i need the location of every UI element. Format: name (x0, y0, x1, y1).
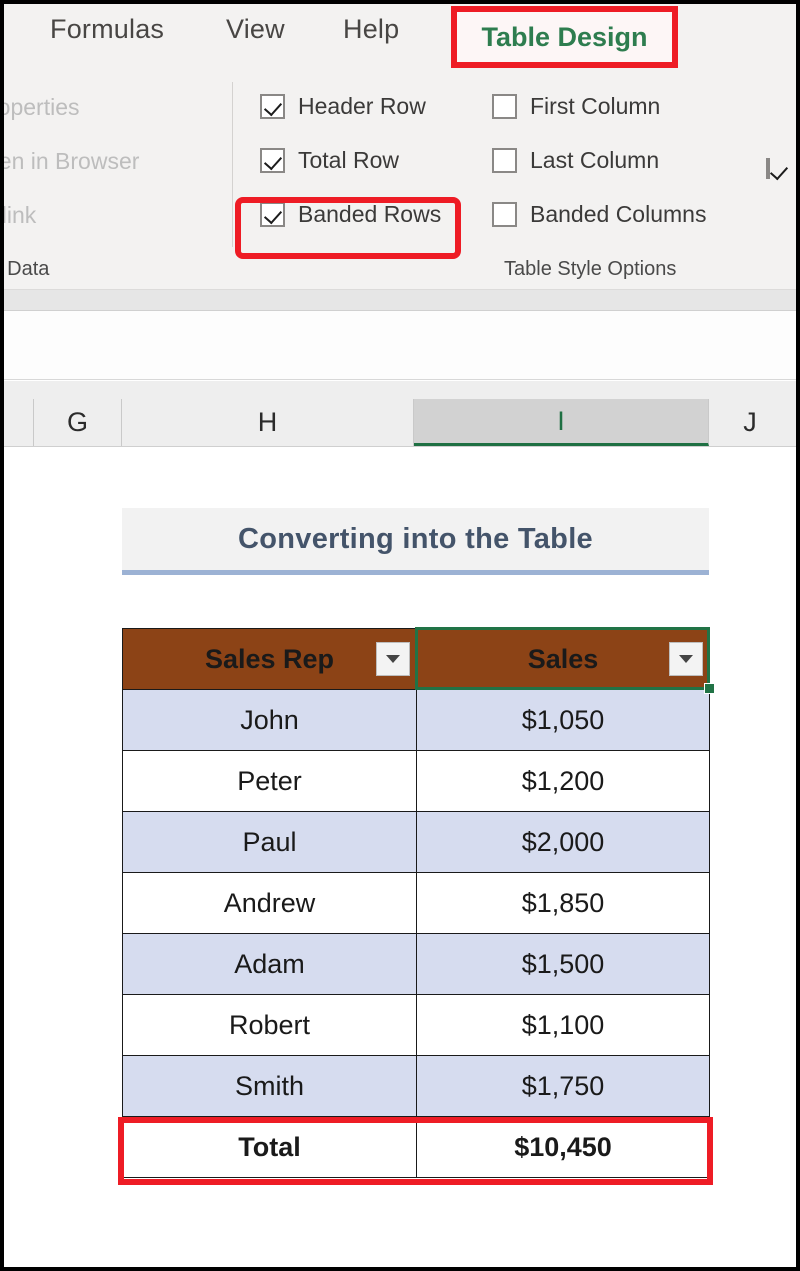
checkbox-header-row-label: Header Row (298, 93, 426, 119)
row-header-gutter (4, 399, 34, 446)
grid-gap-strip (4, 381, 796, 399)
properties-command[interactable]: roperties (4, 94, 79, 121)
cell-sales[interactable]: $1,850 (416, 872, 710, 934)
table-header-row: Sales Rep Sales (122, 628, 710, 690)
sheet-title: Converting into the Table (238, 522, 593, 555)
cell-rep[interactable]: Andrew (122, 872, 417, 934)
screenshot-frame: Formulas View Help Table Design ropertie… (0, 0, 800, 1271)
tab-table-design[interactable]: Table Design (457, 12, 672, 62)
table-row[interactable]: Robert $1,100 (122, 994, 710, 1056)
header-cell-sales-rep-label: Sales Rep (204, 643, 335, 674)
ribbon-tab-bar: Formulas View Help Table Design (4, 4, 796, 72)
unlink-command[interactable]: nlink (4, 202, 36, 229)
checkbox-last-column-box[interactable] (492, 148, 517, 173)
worksheet-grid[interactable]: Converting into the Table Sales Rep Sale… (4, 447, 796, 1267)
cell-rep[interactable]: Adam (122, 933, 417, 995)
column-header-bar: G H I J (4, 399, 796, 447)
cell-rep[interactable]: John (122, 689, 417, 751)
cell-rep[interactable]: Smith (122, 1055, 417, 1117)
table-row[interactable]: Peter $1,200 (122, 750, 710, 812)
cell-sales[interactable]: $2,000 (416, 811, 710, 873)
cell-sales[interactable]: $1,100 (416, 994, 710, 1056)
checkbox-banded-rows-box[interactable] (260, 202, 285, 227)
checkbox-last-column[interactable]: Last Column (492, 147, 659, 174)
checkbox-total-row-box[interactable] (260, 148, 285, 173)
column-header-i[interactable]: I (414, 399, 709, 446)
tab-view[interactable]: View (226, 14, 285, 45)
cell-sales[interactable]: $1,200 (416, 750, 710, 812)
checkbox-banded-rows[interactable]: Banded Rows (260, 201, 441, 228)
cell-total-label[interactable]: Total (122, 1116, 417, 1178)
ribbon-body: roperties pen in Browser nlink le Data H… (4, 72, 796, 297)
checkbox-filter-button[interactable] (766, 158, 791, 185)
header-cell-sales[interactable]: Sales (416, 628, 710, 690)
ribbon-group-divider (232, 82, 233, 247)
checkbox-filter-button-box[interactable] (766, 158, 770, 179)
table-row[interactable]: Smith $1,750 (122, 1055, 710, 1117)
cell-rep[interactable]: Paul (122, 811, 417, 873)
chevron-down-icon (386, 655, 400, 663)
checkbox-total-row-label: Total Row (298, 147, 399, 173)
sales-table: Sales Rep Sales John $1,050 Peter $1,200… (122, 628, 710, 1178)
sheet-title-banner: Converting into the Table (122, 508, 709, 570)
cell-sales[interactable]: $1,500 (416, 933, 710, 995)
column-header-j[interactable]: J (709, 399, 791, 446)
checkbox-banded-rows-label: Banded Rows (298, 201, 442, 227)
filter-dropdown-icon-sales-rep[interactable] (376, 642, 410, 676)
checkbox-banded-columns[interactable]: Banded Columns (492, 201, 706, 228)
filter-dropdown-icon-sales[interactable] (669, 642, 703, 676)
table-style-options-group-label: Table Style Options (504, 258, 677, 280)
open-in-browser-command[interactable]: pen in Browser (4, 148, 139, 175)
checkbox-header-row-box[interactable] (260, 94, 285, 119)
external-table-data-group-label: le Data (4, 258, 50, 280)
cell-rep[interactable]: Robert (122, 994, 417, 1056)
tab-formulas[interactable]: Formulas (50, 14, 164, 45)
column-header-g[interactable]: G (34, 399, 122, 446)
checkbox-first-column[interactable]: First Column (492, 93, 660, 120)
table-row[interactable]: Paul $2,000 (122, 811, 710, 873)
table-design-tab-highlight: Table Design (451, 6, 678, 68)
toolbar-strip (4, 290, 796, 311)
table-row[interactable]: Adam $1,500 (122, 933, 710, 995)
cell-sales[interactable]: $1,050 (416, 689, 710, 751)
header-cell-sales-rep[interactable]: Sales Rep (122, 628, 417, 690)
table-total-row[interactable]: Total $10,450 (122, 1116, 710, 1178)
chevron-down-icon (679, 655, 693, 663)
fill-handle[interactable] (704, 683, 715, 694)
cell-sales[interactable]: $1,750 (416, 1055, 710, 1117)
formula-bar-strip[interactable] (4, 311, 796, 380)
table-row[interactable]: Andrew $1,850 (122, 872, 710, 934)
checkbox-banded-columns-label: Banded Columns (530, 201, 707, 227)
checkbox-first-column-label: First Column (530, 93, 661, 119)
checkbox-first-column-box[interactable] (492, 94, 517, 119)
sheet-title-underline (122, 570, 709, 575)
checkbox-header-row[interactable]: Header Row (260, 93, 426, 120)
cell-rep[interactable]: Peter (122, 750, 417, 812)
column-header-h[interactable]: H (122, 399, 414, 446)
cell-total-value[interactable]: $10,450 (416, 1116, 710, 1178)
table-row[interactable]: John $1,050 (122, 689, 710, 751)
checkbox-banded-columns-box[interactable] (492, 202, 517, 227)
checkbox-last-column-label: Last Column (530, 147, 660, 173)
tab-help[interactable]: Help (343, 14, 399, 45)
checkbox-total-row[interactable]: Total Row (260, 147, 399, 174)
header-cell-sales-label: Sales (527, 643, 599, 674)
